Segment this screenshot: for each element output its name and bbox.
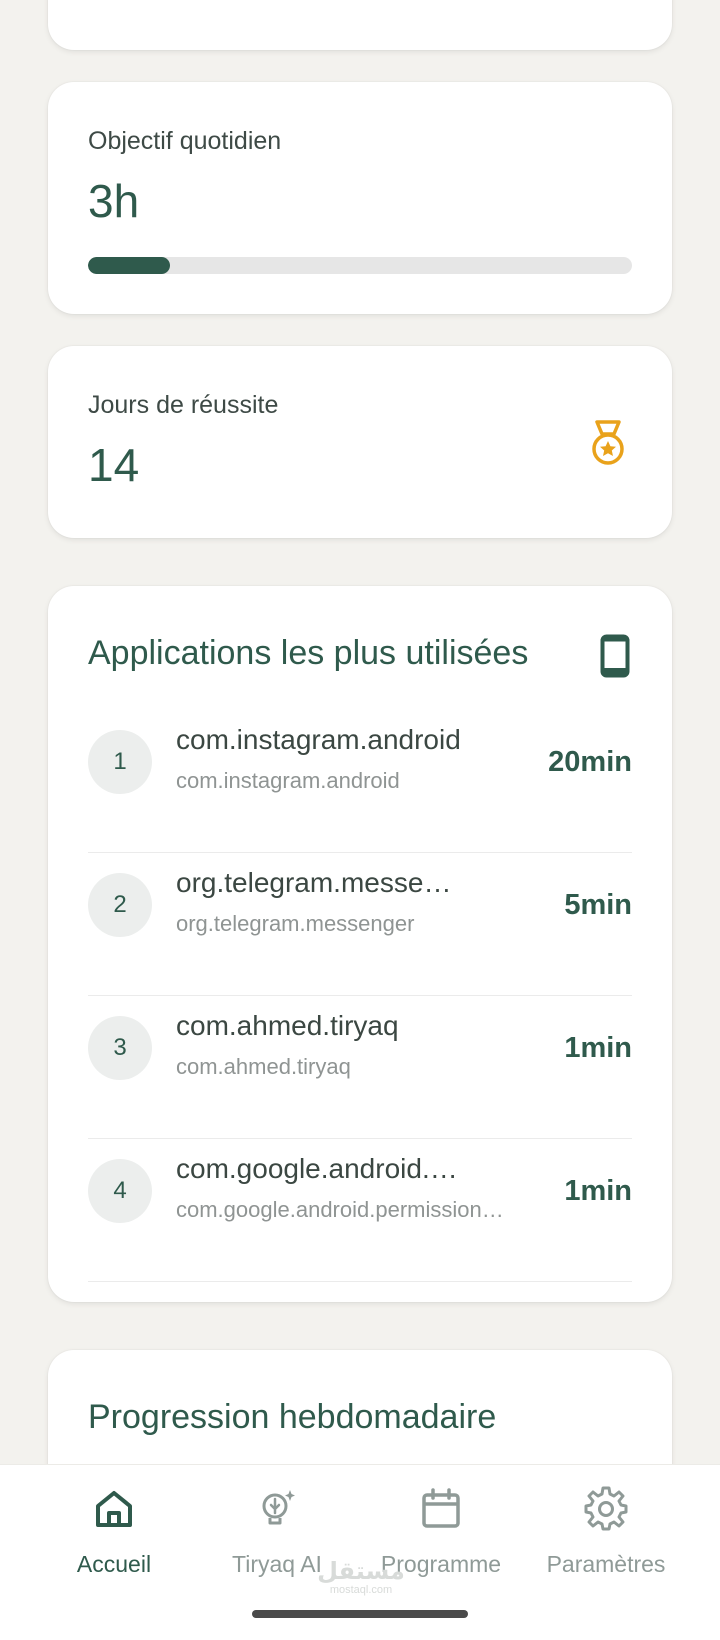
app-usage-time: 20min [548, 746, 632, 778]
app-package: com.google.android.permission… [176, 1197, 504, 1222]
app-rank-badge: 4 [88, 1159, 152, 1223]
home-indicator[interactable] [252, 1610, 468, 1618]
app-package: org.telegram.messenger [176, 911, 415, 936]
success-days-label: Jours de réussite [88, 391, 279, 419]
daily-goal-progress-bar [88, 257, 632, 274]
app-rank-badge: 1 [88, 730, 152, 794]
app-package: com.instagram.android [176, 768, 400, 793]
app-name: com.google.android.per… [176, 1153, 466, 1184]
watermark-text: مستقل [317, 1558, 405, 1585]
nav-item-parametres[interactable]: Paramètres [516, 1485, 696, 1578]
daily-goal-value: 3h [88, 175, 140, 227]
most-used-apps-card: Applications les plus utilisées 1 com.in… [48, 586, 672, 1302]
success-days-value: 14 [88, 439, 140, 491]
app-row[interactable]: 1 com.instagram.android com.instagram.an… [88, 710, 632, 853]
app-name: com.instagram.android [176, 724, 461, 755]
weekly-progress-title: Progression hebdomadaire [88, 1398, 497, 1436]
daily-goal-progress-fill [88, 257, 170, 274]
home-screen: Objectif quotidien 3h Jours de réussite … [0, 0, 720, 1640]
previous-card [48, 0, 672, 50]
app-rank-badge: 3 [88, 1016, 152, 1080]
gear-icon [584, 1486, 628, 1531]
app-usage-time: 5min [564, 889, 632, 921]
nav-label-accueil: Accueil [76, 1551, 152, 1577]
app-name: com.ahmed.tiryaq [176, 1010, 399, 1041]
app-row[interactable]: 3 com.ahmed.tiryaq com.ahmed.tiryaq 1min [88, 996, 632, 1139]
daily-goal-card[interactable]: Objectif quotidien 3h [48, 82, 672, 314]
watermark-subtext: mostaql.com [329, 1584, 393, 1596]
app-row[interactable]: 2 org.telegram.messenger org.telegram.me… [88, 853, 632, 996]
watermark-logo: مستقل mostaql.com [316, 1558, 406, 1597]
app-package: com.ahmed.tiryaq [176, 1054, 351, 1079]
daily-goal-label: Objectif quotidien [88, 127, 282, 155]
calendar-icon [422, 1488, 460, 1528]
app-usage-time: 1min [564, 1175, 632, 1207]
app-list: 1 com.instagram.android com.instagram.an… [88, 710, 632, 1282]
app-name: org.telegram.messenger [176, 867, 466, 898]
medal-icon [592, 420, 624, 465]
app-usage-time: 1min [564, 1032, 632, 1064]
app-rank-badge: 2 [88, 873, 152, 937]
phone-icon [600, 634, 630, 678]
ai-bulb-icon [262, 1490, 295, 1525]
nav-item-accueil[interactable]: Accueil [24, 1485, 204, 1578]
most-used-apps-title: Applications les plus utilisées [88, 634, 529, 672]
nav-label-parametres: Paramètres [546, 1551, 666, 1577]
home-icon [96, 1491, 132, 1527]
app-row[interactable]: 4 com.google.android.per… com.google.and… [88, 1139, 632, 1282]
success-days-card[interactable]: Jours de réussite 14 [48, 346, 672, 538]
